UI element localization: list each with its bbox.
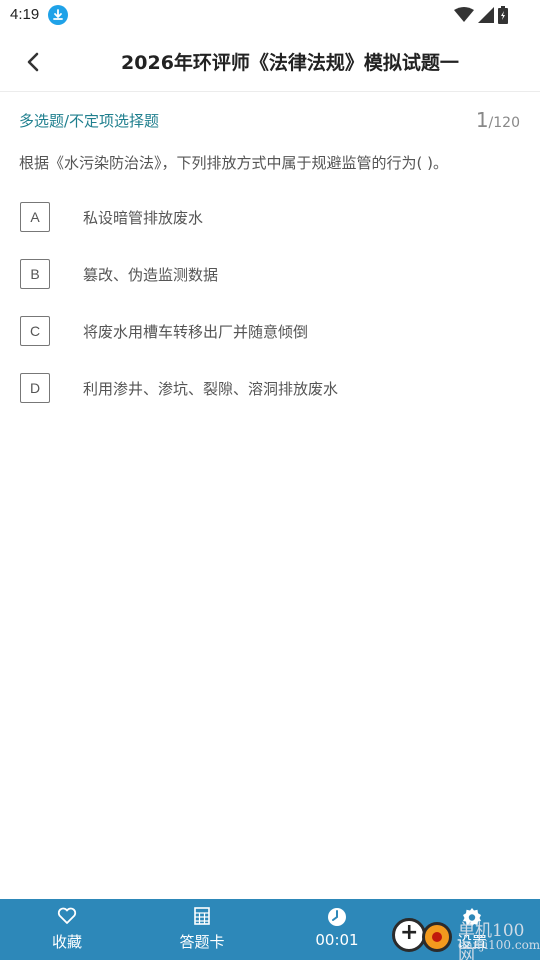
watermark-url: danji100.com	[458, 938, 540, 952]
option-b[interactable]: B 篡改、伪造监测数据	[20, 259, 520, 316]
question-type: 多选题/不定项选择题	[19, 112, 160, 130]
battery-icon	[498, 6, 508, 24]
option-text: 将废水用槽车转移出厂并随意倾倒	[83, 323, 309, 341]
page-title: 2026年环评师《法律法规》模拟试题一	[121, 52, 459, 74]
total-questions: /120	[488, 115, 520, 131]
timer-value: 00:01	[315, 931, 359, 949]
option-text: 篡改、伪造监测数据	[83, 266, 219, 284]
back-button[interactable]	[18, 46, 50, 78]
tab-timer[interactable]: 00:01	[287, 899, 387, 960]
option-letter-box: C	[20, 316, 50, 346]
status-time: 4:19	[10, 6, 40, 23]
tab-favorite-label: 收藏	[51, 933, 82, 951]
tab-answer-card[interactable]: 答题卡	[152, 899, 252, 960]
tab-answer-card-label: 答题卡	[179, 933, 225, 951]
tab-favorite[interactable]: 收藏	[17, 899, 117, 960]
option-text: 利用渗井、渗坑、裂隙、溶洞排放废水	[83, 380, 339, 398]
app-bar: 2026年环评师《法律法规》模拟试题一	[0, 30, 540, 92]
watermark-logo: + 单机100网 danji100.com	[392, 914, 540, 960]
question-counter: 1/120	[476, 108, 520, 132]
grid-card-icon	[194, 907, 210, 925]
option-letter-box: B	[20, 259, 50, 289]
chevron-left-icon	[27, 52, 39, 72]
heart-icon	[57, 907, 77, 924]
option-letter-box: D	[20, 373, 50, 403]
option-a[interactable]: A 私设暗管排放废水	[20, 202, 520, 259]
option-c[interactable]: C 将废水用槽车转移出厂并随意倾倒	[20, 316, 520, 373]
option-d[interactable]: D 利用渗井、渗坑、裂隙、溶洞排放废水	[20, 373, 520, 430]
clock-icon	[328, 908, 346, 926]
option-text: 私设暗管排放废水	[83, 209, 204, 227]
signal-icon	[478, 7, 494, 23]
download-icon	[48, 5, 68, 25]
options-list: A 私设暗管排放废水 B 篡改、伪造监测数据 C 将废水用槽车转移出厂并随意倾倒…	[20, 202, 520, 430]
option-letter-box: A	[20, 202, 50, 232]
question-text: 根据《水污染防治法》，下列排放方式中属于规避监管的行为( )。	[19, 154, 448, 172]
current-question-number: 1	[475, 108, 489, 132]
system-icons	[454, 6, 508, 24]
wifi-icon	[454, 7, 474, 22]
status-bar: 4:19	[0, 0, 540, 30]
